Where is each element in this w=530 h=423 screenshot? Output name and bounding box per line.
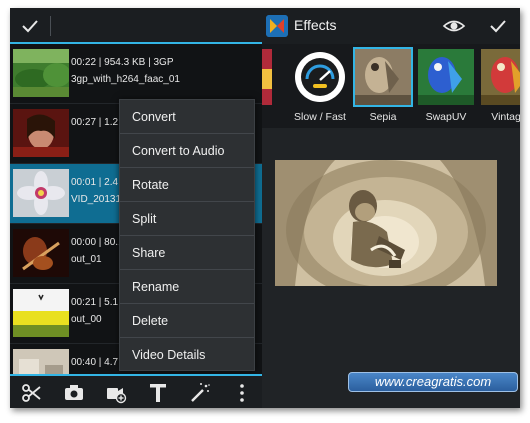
context-menu: Convert Convert to Audio Rotate Split Sh… [119,99,255,371]
file-name: out_01 [71,254,102,265]
video-thumbnail [13,49,69,97]
effects-screen: Effects Slow / Fast Sepia SwapUV Vintag [262,8,520,408]
text-icon[interactable] [146,381,170,405]
file-meta: 00:00 | 80.1 out_01 [71,234,124,268]
action-bar [10,8,262,44]
watermark-banner: www.creagratis.com [348,372,518,392]
video-list-screen: 00:22 | 954.3 KB | 3GP 3gp_with_h264_faa… [10,8,262,408]
done-check-icon[interactable] [486,14,510,38]
file-name: VID_20131 [71,194,122,205]
preview-area [262,128,520,408]
action-bar-divider [50,16,51,36]
menu-item-rename[interactable]: Rename [120,270,254,304]
menu-item-share[interactable]: Share [120,236,254,270]
file-name: 3gp_with_h264_faac_01 [71,74,180,85]
file-meta: 00:27 | 1.2 [71,114,118,131]
file-info: 00:22 | 954.3 KB | 3GP [71,57,174,68]
effect-slow-fast[interactable]: Slow / Fast [292,49,348,127]
effect-sepia[interactable]: Sepia [353,47,413,127]
video-preview-sepia[interactable] [275,160,497,286]
menu-item-delete[interactable]: Delete [120,304,254,338]
file-meta: 00:40 | 4.7 [71,354,118,371]
overflow-menu-icon[interactable] [230,381,254,405]
file-info: 00:21 | 5.1 [71,297,119,308]
file-meta: 00:01 | 2.4 VID_20131 [71,174,121,208]
video-thumbnail [13,169,69,217]
screenshot-frame: 00:22 | 954.3 KB | 3GP 3gp_with_h264_faa… [10,8,520,408]
file-meta: 00:21 | 5.1 out_00 [71,294,118,328]
camera-icon[interactable] [62,381,86,405]
effect-thumbnail [418,49,474,105]
effect-thumbnail [481,49,520,105]
magic-wand-icon[interactable] [188,381,212,405]
video-add-icon[interactable] [104,381,128,405]
screen-title: Effects [294,17,337,33]
done-check-icon[interactable] [18,14,42,38]
file-info: 00:27 | 1.2 [71,117,119,128]
app-logo-icon [266,15,288,37]
bottom-toolbar [10,374,262,408]
effects-strip: Slow / Fast Sepia SwapUV Vintage [262,44,520,128]
file-meta: 00:22 | 954.3 KB | 3GP 3gp_with_h264_faa… [71,54,180,88]
action-bar: Effects [262,8,520,44]
menu-item-video-details[interactable]: Video Details [120,338,254,372]
effect-thumbnail [353,47,413,107]
speedometer-icon [292,49,348,105]
file-name: out_00 [71,314,102,325]
file-info: 00:01 | 2.4 [71,177,119,188]
file-info: 00:40 | 4.7 [71,357,119,368]
effect-label: Vintage [491,111,520,123]
list-item[interactable]: 00:22 | 954.3 KB | 3GP 3gp_with_h264_faa… [10,44,262,104]
effect-thumbnail-partial[interactable] [262,49,272,105]
video-thumbnail [13,289,69,337]
scissors-icon[interactable] [20,381,44,405]
effect-swapuv[interactable]: SwapUV [418,49,474,127]
preview-eye-icon[interactable] [442,15,466,37]
menu-item-convert[interactable]: Convert [120,100,254,134]
video-thumbnail [13,229,69,277]
menu-item-rotate[interactable]: Rotate [120,168,254,202]
menu-item-convert-to-audio[interactable]: Convert to Audio [120,134,254,168]
video-thumbnail [13,109,69,157]
menu-item-split[interactable]: Split [120,202,254,236]
effect-vintage[interactable]: Vintage [481,49,520,127]
file-info: 00:00 | 80.1 [71,237,124,248]
